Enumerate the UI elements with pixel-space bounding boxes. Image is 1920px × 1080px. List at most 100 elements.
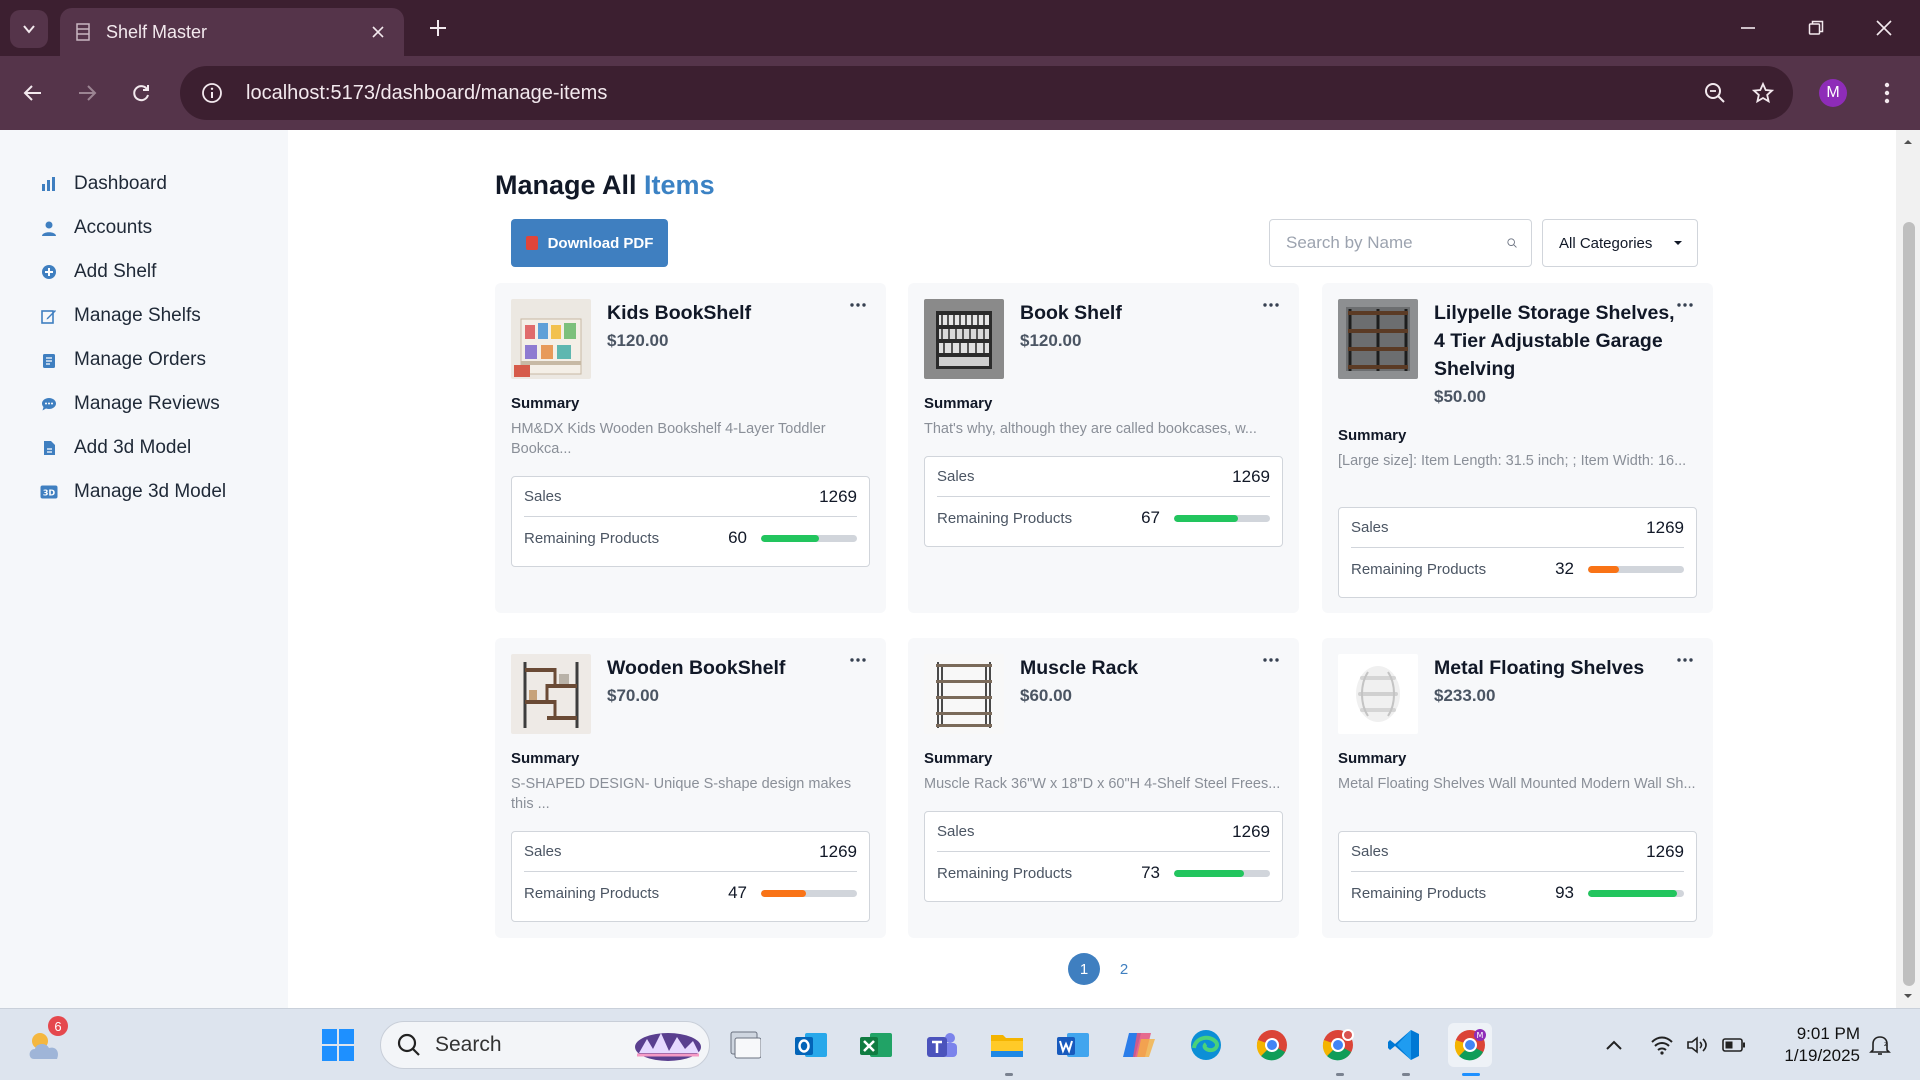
volume-icon[interactable] bbox=[1684, 1031, 1712, 1059]
summary-text: Muscle Rack 36"W x 18"D x 60"H 4-Shelf S… bbox=[924, 776, 1281, 792]
sidebar-item-add-3d-model[interactable]: Add 3d Model bbox=[0, 426, 288, 470]
product-image bbox=[511, 654, 591, 734]
restore-button[interactable] bbox=[1800, 12, 1832, 44]
url-bar[interactable]: localhost:5173/dashboard/manage-items bbox=[180, 66, 1793, 120]
remaining-value: 67 bbox=[1141, 508, 1160, 527]
taskbar-search-label: Search bbox=[435, 1033, 502, 1056]
summary-heading: Summary bbox=[511, 395, 580, 412]
file-explorer-icon[interactable] bbox=[985, 1023, 1029, 1067]
sales-label: Sales bbox=[524, 488, 562, 505]
chevron-up-icon[interactable] bbox=[1600, 1031, 1628, 1059]
sidebar-item-manage-reviews[interactable]: Manage Reviews bbox=[0, 382, 288, 426]
plus-icon bbox=[430, 20, 446, 36]
more-options-icon[interactable] bbox=[1259, 295, 1283, 315]
zoom-icon[interactable] bbox=[1697, 75, 1733, 111]
remaining-row: Remaining Products 73 bbox=[937, 853, 1270, 893]
scrollbar-thumb[interactable] bbox=[1903, 222, 1915, 986]
chrome-profile-icon[interactable] bbox=[1316, 1023, 1360, 1067]
copilot-icon[interactable] bbox=[1117, 1023, 1161, 1067]
sales-value: 1269 bbox=[1232, 821, 1270, 841]
sales-value: 1269 bbox=[819, 841, 857, 861]
sidebar-item-add-shelf[interactable]: Add Shelf bbox=[0, 250, 288, 294]
site-info-icon[interactable] bbox=[192, 73, 232, 113]
windows-start-icon[interactable] bbox=[316, 1023, 360, 1067]
browser-tab[interactable]: Shelf Master bbox=[60, 8, 404, 56]
task-view-icon[interactable] bbox=[722, 1023, 766, 1067]
item-card: Wooden BookShelf $70.00 Summary S-SHAPED… bbox=[495, 638, 886, 938]
taskbar-date: 1/19/2025 bbox=[1784, 1046, 1860, 1065]
product-price: $233.00 bbox=[1434, 686, 1496, 705]
scroll-up-icon[interactable] bbox=[1902, 136, 1914, 148]
new-tab-button[interactable] bbox=[424, 14, 452, 42]
notification-icon[interactable]: z bbox=[1866, 1031, 1894, 1059]
teams-icon[interactable] bbox=[919, 1023, 963, 1067]
sidebar-item-label: Add 3d Model bbox=[74, 437, 192, 458]
svg-text:z: z bbox=[1884, 1040, 1888, 1048]
sidebar-item-label: Manage Shelfs bbox=[74, 305, 201, 326]
bookmark-star-icon[interactable] bbox=[1745, 75, 1781, 111]
sidebar-item-manage-3d-model[interactable]: 3D Manage 3d Model bbox=[0, 470, 288, 514]
taskbar-search[interactable]: Search bbox=[380, 1021, 710, 1069]
category-select[interactable]: All Categories bbox=[1542, 219, 1698, 267]
page-scrollbar[interactable] bbox=[1896, 130, 1920, 1008]
sales-row: Sales 1269 bbox=[937, 457, 1270, 497]
forward-button[interactable] bbox=[70, 76, 104, 110]
page-button-2[interactable]: 2 bbox=[1108, 953, 1140, 985]
sidebar-item-manage-orders[interactable]: Manage Orders bbox=[0, 338, 288, 382]
back-button[interactable] bbox=[16, 76, 50, 110]
stats-box: Sales 1269 Remaining Products 60 bbox=[511, 476, 870, 567]
remaining-progress-bar bbox=[1588, 565, 1684, 573]
remaining-progress-bar bbox=[1588, 889, 1684, 897]
product-image bbox=[924, 299, 1004, 379]
word-icon[interactable] bbox=[1051, 1023, 1095, 1067]
restore-icon bbox=[1808, 20, 1824, 35]
edge-icon[interactable] bbox=[1184, 1023, 1228, 1067]
sidebar-item-manage-shelfs[interactable]: Manage Shelfs bbox=[0, 294, 288, 338]
page-button-1[interactable]: 1 bbox=[1068, 953, 1100, 985]
battery-icon[interactable] bbox=[1720, 1031, 1748, 1059]
wifi-icon[interactable] bbox=[1648, 1031, 1676, 1059]
close-window-button[interactable] bbox=[1868, 12, 1900, 44]
more-options-icon[interactable] bbox=[846, 650, 870, 670]
search-field[interactable] bbox=[1269, 219, 1532, 267]
more-options-icon[interactable] bbox=[1673, 650, 1697, 670]
product-price: $120.00 bbox=[607, 331, 669, 350]
product-name: Wooden BookShelf bbox=[607, 657, 786, 679]
sidebar-item-accounts[interactable]: Accounts bbox=[0, 206, 288, 250]
more-options-icon[interactable] bbox=[1259, 650, 1283, 670]
product-price: $70.00 bbox=[607, 686, 659, 705]
sidebar: Dashboard Accounts Add Shelf Manage Shel… bbox=[0, 130, 288, 1008]
more-options-icon[interactable] bbox=[846, 295, 870, 315]
reload-button[interactable] bbox=[124, 76, 158, 110]
card-header: Lilypelle Storage Shelves, 4 Tier Adjust… bbox=[1434, 299, 1684, 411]
browser-tab-bar: Shelf Master bbox=[0, 0, 1920, 56]
minimize-button[interactable] bbox=[1732, 12, 1764, 44]
download-pdf-button[interactable]: Download PDF bbox=[511, 219, 668, 267]
more-options-icon[interactable] bbox=[1673, 295, 1697, 315]
close-icon[interactable] bbox=[366, 20, 390, 44]
remaining-label: Remaining Products bbox=[937, 509, 1073, 527]
chrome-active-icon[interactable]: M bbox=[1448, 1023, 1492, 1067]
chrome-icon[interactable] bbox=[1250, 1023, 1294, 1067]
outlook-icon[interactable] bbox=[789, 1023, 833, 1067]
browser-menu-button[interactable] bbox=[1872, 78, 1902, 108]
running-indicator bbox=[1402, 1073, 1410, 1076]
scroll-down-icon[interactable] bbox=[1902, 990, 1914, 1002]
taskbar-clock[interactable]: 9:01 PM 1/19/2025 bbox=[1766, 1023, 1860, 1067]
running-indicator bbox=[1336, 1073, 1344, 1076]
excel-icon[interactable] bbox=[854, 1023, 898, 1067]
tab-search-button[interactable] bbox=[10, 10, 48, 48]
remaining-progress-bar bbox=[761, 534, 857, 542]
remaining-row: Remaining Products 60 bbox=[524, 518, 857, 558]
page-title: Manage All Items bbox=[495, 170, 715, 201]
main-content: Manage All Items Download PDF All Catego… bbox=[288, 130, 1896, 1008]
profile-avatar[interactable]: M bbox=[1819, 79, 1847, 107]
search-input[interactable] bbox=[1286, 233, 1507, 253]
search-highlight-icon bbox=[635, 1033, 701, 1061]
page-title-prefix: Manage All bbox=[495, 170, 637, 200]
remaining-row: Remaining Products 67 bbox=[937, 498, 1270, 538]
sidebar-item-dashboard[interactable]: Dashboard bbox=[0, 162, 288, 206]
vscode-icon[interactable] bbox=[1382, 1023, 1426, 1067]
remaining-progress-fill bbox=[1588, 889, 1678, 897]
remaining-value: 32 bbox=[1555, 559, 1574, 578]
